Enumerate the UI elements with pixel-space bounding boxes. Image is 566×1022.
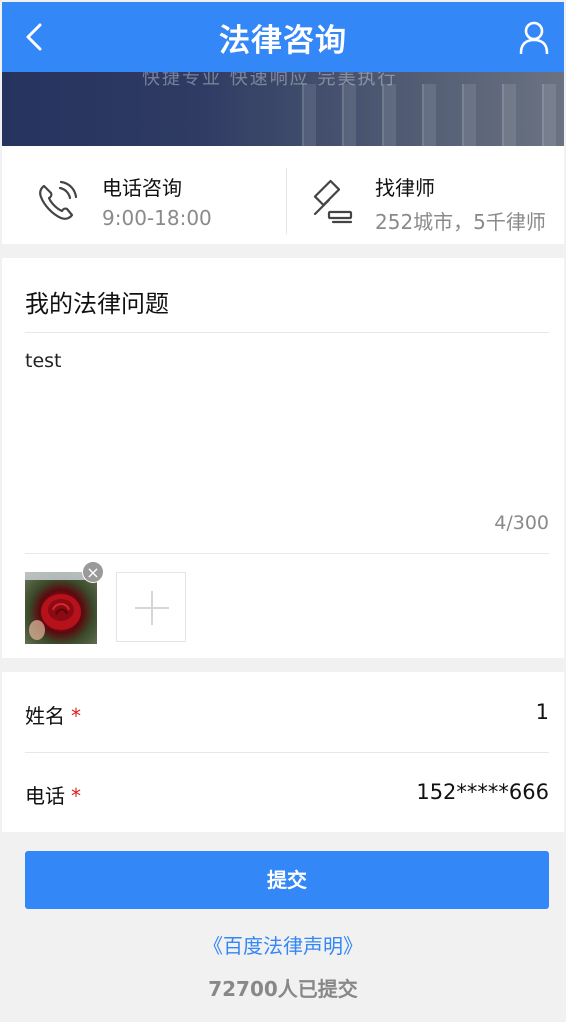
banner-pillar <box>462 84 476 146</box>
phone-label: 电话 * <box>25 780 81 809</box>
find-lawyer-item[interactable]: 找律师 252城市，5千律师 <box>287 148 564 244</box>
service-row: 电话咨询 9:00-18:00 找律师 252城市，5千律师 <box>2 148 564 244</box>
gavel-icon <box>313 179 353 224</box>
divider <box>25 332 549 333</box>
contact-form: 姓名 * 1 电话 * 152*****666 <box>2 672 564 832</box>
section-separator <box>2 244 564 258</box>
phone-label-text: 电话 <box>25 784 65 808</box>
name-row: 姓名 * 1 <box>2 672 564 752</box>
footer-section: 提交 《百度法律声明》 72700人已提交 <box>2 832 564 1020</box>
user-icon[interactable] <box>518 20 550 54</box>
submitted-count: 72700人已提交 <box>208 977 358 1001</box>
legal-statement-link[interactable]: 《百度法律声明》 <box>2 930 564 959</box>
add-photo-button[interactable] <box>116 572 186 642</box>
banner-pillar <box>342 84 356 146</box>
name-label-text: 姓名 <box>25 704 65 728</box>
divider <box>25 553 549 554</box>
name-field[interactable]: 1 <box>536 700 549 724</box>
banner-pillar <box>422 84 436 146</box>
service-subtitle: 9:00-18:00 <box>102 206 212 230</box>
uploaded-photo-thumbnail[interactable] <box>25 572 97 644</box>
service-title: 电话咨询 <box>102 176 182 200</box>
service-subtitle: 252城市，5千律师 <box>375 210 546 234</box>
top-nav-bar: 法律咨询 <box>2 2 564 72</box>
question-textarea[interactable]: test <box>25 350 62 372</box>
service-title: 找律师 <box>375 176 435 200</box>
required-mark: * <box>71 784 81 808</box>
rose-image <box>29 594 81 640</box>
banner-slogan: 快捷专业 快速响应 完美执行 <box>142 72 398 89</box>
chevron-left-icon[interactable] <box>20 22 50 52</box>
banner-pillar <box>502 84 516 146</box>
remove-photo-button[interactable]: × <box>82 561 104 583</box>
phone-row: 电话 * 152*****666 <box>2 752 564 832</box>
header-banner-image: 快捷专业 快速响应 完美执行 <box>2 72 564 146</box>
question-heading: 我的法律问题 <box>25 290 169 318</box>
banner-pillar <box>382 84 396 146</box>
phone-field[interactable]: 152*****666 <box>416 780 549 804</box>
phone-icon <box>39 180 78 220</box>
phone-consult-item[interactable]: 电话咨询 9:00-18:00 <box>2 148 286 244</box>
section-separator <box>2 658 564 672</box>
submit-button[interactable]: 提交 <box>25 851 549 909</box>
app-frame: 法律咨询 快捷专业 快速响应 完美执行 电话咨询 9:00-18:00 找律师 … <box>2 2 564 1020</box>
page-title: 法律咨询 <box>219 22 347 59</box>
plus-icon <box>151 591 153 625</box>
banner-pillar <box>542 84 556 146</box>
required-mark: * <box>71 704 81 728</box>
question-section: 我的法律问题 test 4/300 × <box>2 258 564 658</box>
banner-pillar <box>302 84 316 146</box>
name-label: 姓名 * <box>25 700 81 729</box>
char-counter: 4/300 <box>494 512 549 534</box>
